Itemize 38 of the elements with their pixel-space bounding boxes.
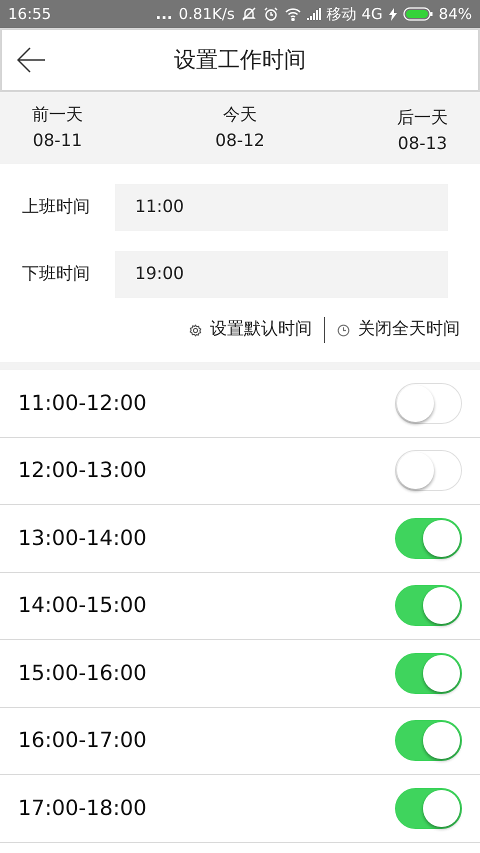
wifi-icon [284, 7, 301, 21]
toggle-switch[interactable] [395, 382, 462, 424]
back-arrow-icon [17, 47, 47, 73]
status-dots: ... [156, 4, 173, 25]
time-slot-label: 15:00-16:00 [18, 660, 147, 686]
time-field[interactable]: 19:00 [115, 251, 448, 298]
day-tab[interactable]: 后一天 08-13 [397, 105, 448, 157]
time-slot-label: 11:00-12:00 [18, 390, 147, 416]
toggle-switch[interactable] [395, 720, 462, 762]
day-tab[interactable]: 今天 08-12 [215, 102, 265, 154]
time-slot-label: 14:00-15:00 [18, 592, 147, 619]
page-title: 设置工作时间 [174, 46, 306, 74]
time-field[interactable]: 11:00 [115, 184, 448, 231]
alarm-icon [262, 6, 279, 22]
time-slot-label: 16:00-17:00 [18, 727, 147, 754]
status-time: 16:55 [8, 4, 52, 25]
gear-icon [189, 324, 202, 336]
time-slot-label: 13:00-14:00 [18, 524, 147, 552]
toggle-switch[interactable] [395, 518, 462, 559]
field-label: 上班时间 [22, 196, 91, 219]
carrier-label: 移动 4G [326, 4, 383, 25]
time-slot-label: 17:00-18:00 [18, 794, 147, 822]
battery-percent: 84% [438, 4, 472, 25]
charging-icon [388, 8, 397, 20]
day-tab[interactable]: 前一天 08-11 [32, 102, 83, 154]
toggle-switch[interactable] [395, 652, 462, 694]
mute-icon [240, 6, 257, 22]
toggle-switch[interactable] [395, 788, 462, 829]
toggle-switch[interactable] [395, 585, 462, 626]
action-link[interactable]: 设置默认时间 [189, 317, 312, 343]
battery-icon [402, 7, 433, 21]
clock-icon [337, 324, 350, 336]
time-slot-label: 12:00-13:00 [18, 457, 147, 484]
field-label: 下班时间 [22, 262, 91, 286]
network-speed: 0.81K/s [178, 4, 235, 25]
action-link[interactable]: 关闭全天时间 [337, 317, 460, 343]
signal-icon [306, 8, 321, 20]
toggle-switch[interactable] [395, 450, 462, 492]
